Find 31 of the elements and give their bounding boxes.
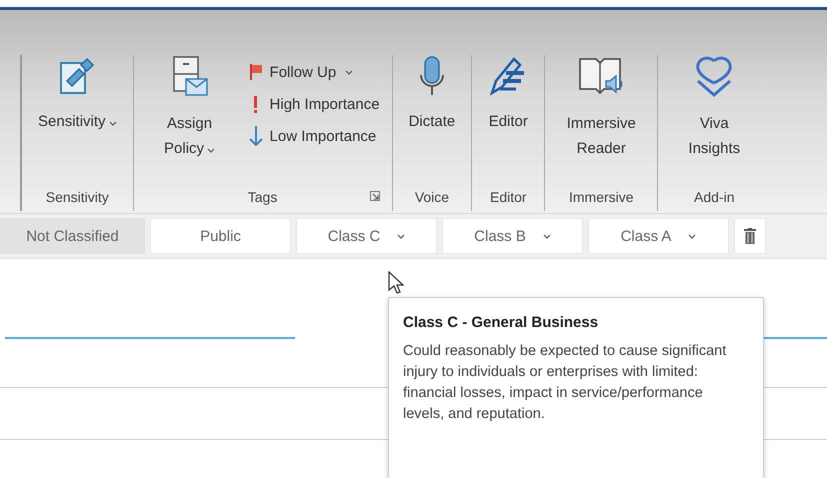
group-label: Immersive xyxy=(569,189,634,205)
ribbon-button[interactable]: Follow Up xyxy=(248,57,380,87)
group-label: Editor xyxy=(490,189,527,205)
classification-button[interactable]: Class A xyxy=(588,218,729,254)
down-arrow-icon xyxy=(248,125,264,147)
microphone-icon xyxy=(418,55,445,97)
classification-button[interactable]: Not Classified xyxy=(0,218,145,254)
cursor-icon xyxy=(388,271,404,295)
group-label: Sensitivity xyxy=(46,189,109,205)
flag-icon xyxy=(248,63,264,81)
classification-button[interactable]: Class B xyxy=(442,218,583,254)
ribbon-button[interactable]: Low Importance xyxy=(248,121,380,151)
cabinet-envelope-icon xyxy=(170,55,209,99)
ribbon-button[interactable]: Assign Policy xyxy=(146,55,234,161)
tooltip-text: Could reasonably be expected to cause significant injury to individuals or enterprises with limited: financial losses, impact in service/performance levels, and reputation. xyxy=(403,342,728,424)
tooltip-title: Class C - General Business xyxy=(403,314,600,331)
ribbon-button[interactable]: Immersive Reader xyxy=(557,55,646,161)
delete-button[interactable] xyxy=(734,218,766,254)
ribbon-button[interactable]: Viva Insights xyxy=(670,55,758,161)
group-label: Voice xyxy=(414,189,450,205)
exclamation-icon xyxy=(254,96,258,112)
classification-button[interactable]: Public xyxy=(150,218,291,254)
dialog-launcher-icon[interactable] xyxy=(370,191,380,201)
classification-button[interactable]: Class C xyxy=(296,218,437,254)
group-label: Tags xyxy=(248,189,278,205)
ribbon-button[interactable]: Dictate xyxy=(404,55,460,134)
ribbon-button[interactable]: Editor xyxy=(484,55,532,134)
ribbon-button[interactable]: High Importance xyxy=(248,89,380,119)
group-label: Add-in xyxy=(694,189,735,205)
trash-icon xyxy=(744,228,756,244)
ribbon-button[interactable]: Sensitivity xyxy=(34,55,121,134)
